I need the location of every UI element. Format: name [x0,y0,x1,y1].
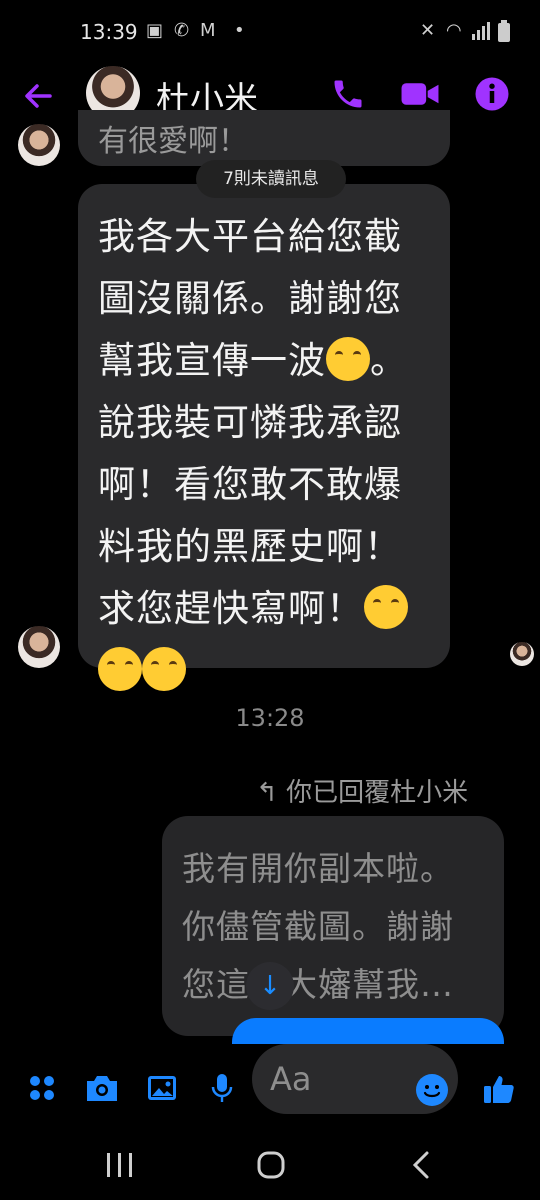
camera-icon[interactable] [84,1072,124,1112]
message-text: 我各大平台給您截 圖沒關係。謝謝您 幫我宣傳一波。 說我裝可憐我承認 啊！看您敢… [98,206,418,702]
smiley-icon[interactable] [416,1074,448,1106]
message-input-placeholder: Aa [270,1060,312,1098]
wifi-icon: ◠ [446,20,462,41]
message-text: 我有開你副本啦。 你儘管截圖。謝謝 您這個大嬸幫我… [182,849,454,1004]
info-icon[interactable] [474,76,514,116]
sender-avatar[interactable] [18,124,60,166]
back-nav-icon[interactable] [410,1150,432,1180]
gmail-icon: M [200,20,216,41]
unread-messages-pill[interactable]: 7則未讀訊息 [196,160,346,198]
gallery-notification-icon: ▣ [146,20,164,41]
image-icon[interactable] [146,1072,186,1112]
status-time: 13:39 [80,20,138,44]
reply-arrow-icon: ↰ [256,778,278,808]
sender-avatar[interactable] [18,626,60,668]
system-navigation-bar [0,1136,540,1200]
tears-of-joy-emoji-icon [142,647,186,691]
status-bar: 13:39 ▣ ✆ M • ✕ ◠ [0,0,540,64]
message-timestamp: 13:28 [235,704,305,732]
composer-bar: Aa [0,1044,540,1136]
scroll-down-arrow-icon[interactable]: ↓ [246,962,294,1010]
reply-label-text: 你已回覆杜小米 [286,778,469,808]
mute-icon: ✕ [420,20,436,41]
message-bubble-incoming[interactable]: 我各大平台給您截 圖沒關係。謝謝您 幫我宣傳一波。 說我裝可憐我承認 啊！看您敢… [78,184,450,691]
home-icon[interactable] [256,1150,286,1180]
tears-of-joy-emoji-icon [98,647,142,691]
message-text: 有很愛啊！ [98,124,248,159]
read-receipt-avatar [510,642,534,666]
message-bubble-outgoing-reply[interactable]: 我有開你副本啦。 你儘管截圖。謝謝 您這個大嬸幫我… [162,816,504,1036]
thumbs-up-icon[interactable] [482,1072,522,1112]
message-input[interactable]: Aa [252,1044,458,1114]
recent-apps-icon[interactable] [106,1152,134,1178]
tears-of-joy-emoji-icon [364,585,408,629]
dot-icon: • [234,20,245,41]
four-dots-icon[interactable] [26,1072,66,1112]
missed-call-icon: ✆ [174,20,190,41]
message-bubble-incoming[interactable]: 有很愛啊！ [78,110,450,166]
signal-icon [472,22,490,40]
arrow-left-icon[interactable] [20,78,60,118]
battery-icon [498,20,510,42]
reply-label: ↰ 你已回覆杜小米 [256,772,468,809]
message-text-part: 。 說我裝可憐我承認 啊！看您敢不敢爆 料我的黑歷史啊！ 求您趕快寫啊！ [98,339,408,630]
microphone-icon[interactable] [206,1072,246,1112]
winking-tongue-emoji-icon [326,337,370,381]
